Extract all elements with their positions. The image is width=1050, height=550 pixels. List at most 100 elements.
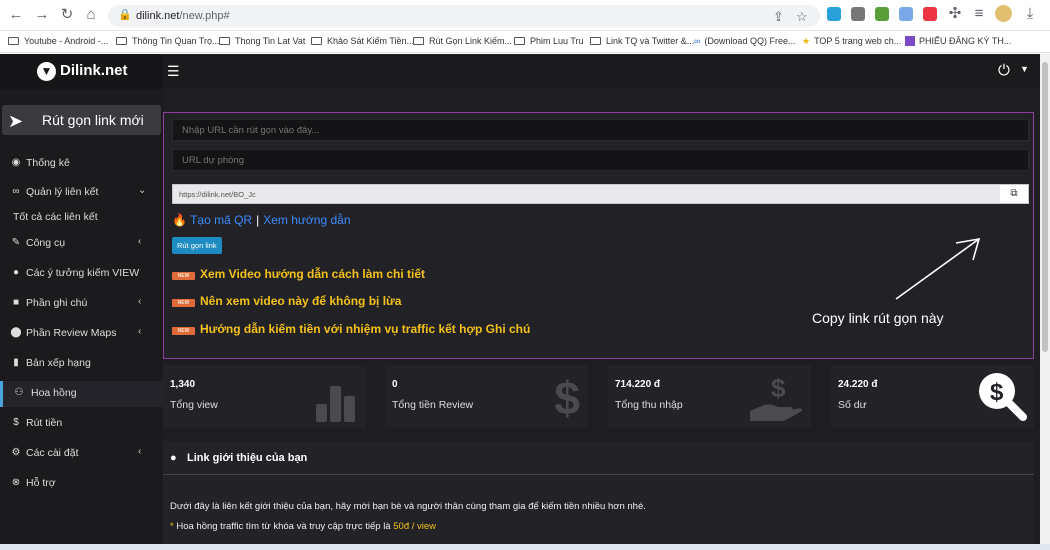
- extension-icon[interactable]: [851, 7, 865, 21]
- promo-link[interactable]: NEW Hướng dẫn kiếm tiền với nhiệm vụ traf…: [172, 322, 530, 336]
- bookmark-star-icon[interactable]: ☆: [796, 9, 808, 25]
- referral-rate: 50đ / view: [393, 521, 437, 532]
- promo-link[interactable]: NEW Xem Video hướng dẫn cách làm chi tiết: [172, 267, 425, 281]
- guide-link[interactable]: Xem hướng dẫn: [263, 213, 350, 227]
- stat-card-total-view: 1,340 Tổng view: [163, 365, 366, 428]
- referral-note-text: Hoa hồng traffic tìm từ khóa và truy cập…: [176, 521, 391, 532]
- sidebar-item-link-manager[interactable]: ∞ Quản lý liên kết ⌄: [0, 180, 163, 206]
- referral-card: ● Link giới thiệu của bạn Dưới đây là li…: [163, 441, 1034, 550]
- chevron-left-icon: ‹: [138, 326, 142, 337]
- logo[interactable]: ▼ Dilink.net: [0, 54, 163, 89]
- bookmark-item[interactable]: Thông Tin Quan Trọ...: [116, 36, 220, 46]
- promo-link[interactable]: NEW Nên xem video này để không bị lừa: [172, 294, 401, 308]
- new-short-link-label: Rút gọn link mới: [42, 112, 144, 128]
- short-link-field[interactable]: https://dilink.net/BO_Jc: [172, 184, 1029, 204]
- search-dollar-icon: $: [979, 373, 1027, 421]
- sidebar-item-review-maps[interactable]: ⬤ Phần Review Maps ‹: [0, 321, 163, 347]
- app-root: ▼ Dilink.net ☰ ⏻ ▼ ➤ Rút gọn link mới ◉ T…: [0, 54, 1040, 550]
- stat-card-balance: 24.220 đ Số dư $: [831, 365, 1034, 428]
- extension-icon[interactable]: [899, 7, 913, 21]
- address-bar[interactable]: 🔒 dilink.net/new.php# ⇪ ☆: [108, 5, 820, 27]
- sidebar-item-label: Phần Review Maps: [26, 327, 117, 339]
- ranking-icon: ▮: [13, 357, 19, 368]
- users-icon: ⚇: [14, 387, 24, 398]
- qr-guide-line: 🔥 Tạo mã QR | Xem hướng dẫn: [172, 213, 351, 227]
- logo-icon: ▼: [37, 62, 56, 81]
- stat-value: 714.220 đ: [615, 379, 661, 390]
- bookmark-item[interactable]: Khảo Sát Kiếm Tiền...: [311, 36, 414, 46]
- bookmark-item[interactable]: Rút Gọn Link Kiếm...: [413, 36, 512, 46]
- bookmark-item[interactable]: ∞ (Download QQ) Free...: [694, 36, 795, 46]
- paper-plane-icon: ➤: [8, 111, 24, 131]
- copy-icon: ⧉: [1010, 188, 1018, 199]
- home-icon[interactable]: ⌂: [82, 6, 100, 24]
- shorten-button[interactable]: Rút gọn link: [172, 237, 222, 254]
- wrench-icon: ✎: [11, 237, 21, 248]
- new-badge: NEW: [172, 272, 195, 280]
- chevron-down-icon[interactable]: ▼: [1020, 64, 1029, 74]
- bookmark-item[interactable]: ★ TOP 5 trang web ch...: [802, 36, 901, 47]
- stat-card-total-income: 714.220 đ Tổng thu nhập $: [608, 365, 811, 428]
- bookmark-item[interactable]: Thong Tin Lat Vat: [219, 36, 305, 46]
- bookmark-item[interactable]: PHIẾU ĐĂNG KÝ TH...: [905, 36, 1011, 46]
- sidebar-item-label: Tốt cả các liên kết: [13, 211, 98, 223]
- forward-icon[interactable]: →: [33, 6, 51, 24]
- avatar[interactable]: [995, 5, 1012, 22]
- sidebar-item-commission[interactable]: ⚇ Hoa hồng: [0, 381, 163, 407]
- chevron-left-icon: ‹: [138, 236, 142, 247]
- share-icon[interactable]: ⇪: [773, 9, 784, 25]
- sidebar-item-support[interactable]: ⊗ Hỗ trợ: [0, 471, 163, 497]
- reading-list-icon[interactable]: ≡: [970, 5, 988, 23]
- stat-value: 24.220 đ: [838, 379, 878, 390]
- stat-value: 1,340: [170, 379, 196, 390]
- bookmark-item[interactable]: Youtube - Android -...: [8, 36, 108, 46]
- url-input[interactable]: [172, 119, 1029, 141]
- dollar-sign-icon: $: [554, 372, 580, 424]
- back-icon[interactable]: ←: [7, 6, 25, 24]
- sidebar-item-label: Công cụ: [26, 237, 66, 249]
- scrollbar[interactable]: [1040, 54, 1050, 550]
- sidebar-item-notes[interactable]: ■ Phần ghi chú ‹: [0, 291, 163, 317]
- reload-icon[interactable]: ↻: [58, 6, 76, 24]
- puzzle-icon[interactable]: ✣: [946, 5, 964, 23]
- bookmark-item[interactable]: Phim Luu Tru: [514, 36, 584, 46]
- new-short-link-button[interactable]: ➤ Rút gọn link mới: [2, 105, 161, 135]
- brand-name: Dilink.net: [60, 62, 128, 79]
- download-icon[interactable]: ⤓: [1021, 5, 1039, 23]
- scroll-thumb[interactable]: [1042, 62, 1048, 352]
- menu-toggle-icon[interactable]: ☰: [167, 63, 180, 80]
- sidebar-item-label: Thống kê: [26, 157, 70, 169]
- sidebar-item-ranking[interactable]: ▮ Bản xếp hạng: [0, 351, 163, 377]
- url-text[interactable]: dilink.net/new.php#: [136, 10, 230, 22]
- sidebar-item-label: Phần ghi chú: [26, 297, 88, 309]
- extension-icon[interactable]: [827, 7, 841, 21]
- sidebar: ➤ Rút gọn link mới ◉ Thống kê ∞ Quản lý li…: [0, 89, 163, 550]
- hand-dollar-icon: $: [750, 373, 802, 421]
- referral-title: Link giới thiệu của bạn: [187, 452, 308, 464]
- qr-link[interactable]: Tạo mã QR: [190, 213, 252, 227]
- sidebar-item-settings[interactable]: ⚙ Các cài đặt ‹: [0, 441, 163, 467]
- dollar-icon: $: [13, 417, 19, 428]
- extension-icon[interactable]: [923, 7, 937, 21]
- backup-url-input[interactable]: [172, 149, 1029, 171]
- map-pin-icon: ⬤: [10, 327, 22, 338]
- sidebar-item-withdraw[interactable]: $ Rút tiền: [0, 411, 163, 437]
- clipboard-icon: ■: [12, 297, 20, 308]
- power-icon[interactable]: ⏻: [998, 62, 1010, 79]
- stat-value: 0: [392, 379, 398, 390]
- lock-icon: 🔒: [118, 9, 132, 21]
- chevron-left-icon: ‹: [138, 296, 142, 307]
- link-icon: ∞: [12, 186, 20, 197]
- top-navbar: ▼ Dilink.net ☰ ⏻ ▼: [0, 54, 1040, 89]
- sidebar-item-tools[interactable]: ✎ Công cụ ‹: [0, 231, 163, 257]
- sidebar-item-view-ideas[interactable]: ● Các ý tưởng kiếm VIEW: [0, 261, 163, 287]
- copy-button[interactable]: ⧉: [1000, 185, 1028, 203]
- promo-text: Nên xem video này để không bị lừa: [200, 294, 402, 308]
- chevron-left-icon: ‹: [138, 446, 142, 457]
- extension-icon[interactable]: [875, 7, 889, 21]
- stat-card-total-review: 0 Tổng tiền Review $: [385, 365, 588, 428]
- sidebar-item-all-links[interactable]: Tốt cả các liên kết: [0, 205, 163, 231]
- bookmark-item[interactable]: Link TQ và Twitter &...: [590, 36, 694, 46]
- sidebar-item-stats[interactable]: ◉ Thống kê: [0, 151, 163, 177]
- bar-chart-icon: [316, 386, 355, 422]
